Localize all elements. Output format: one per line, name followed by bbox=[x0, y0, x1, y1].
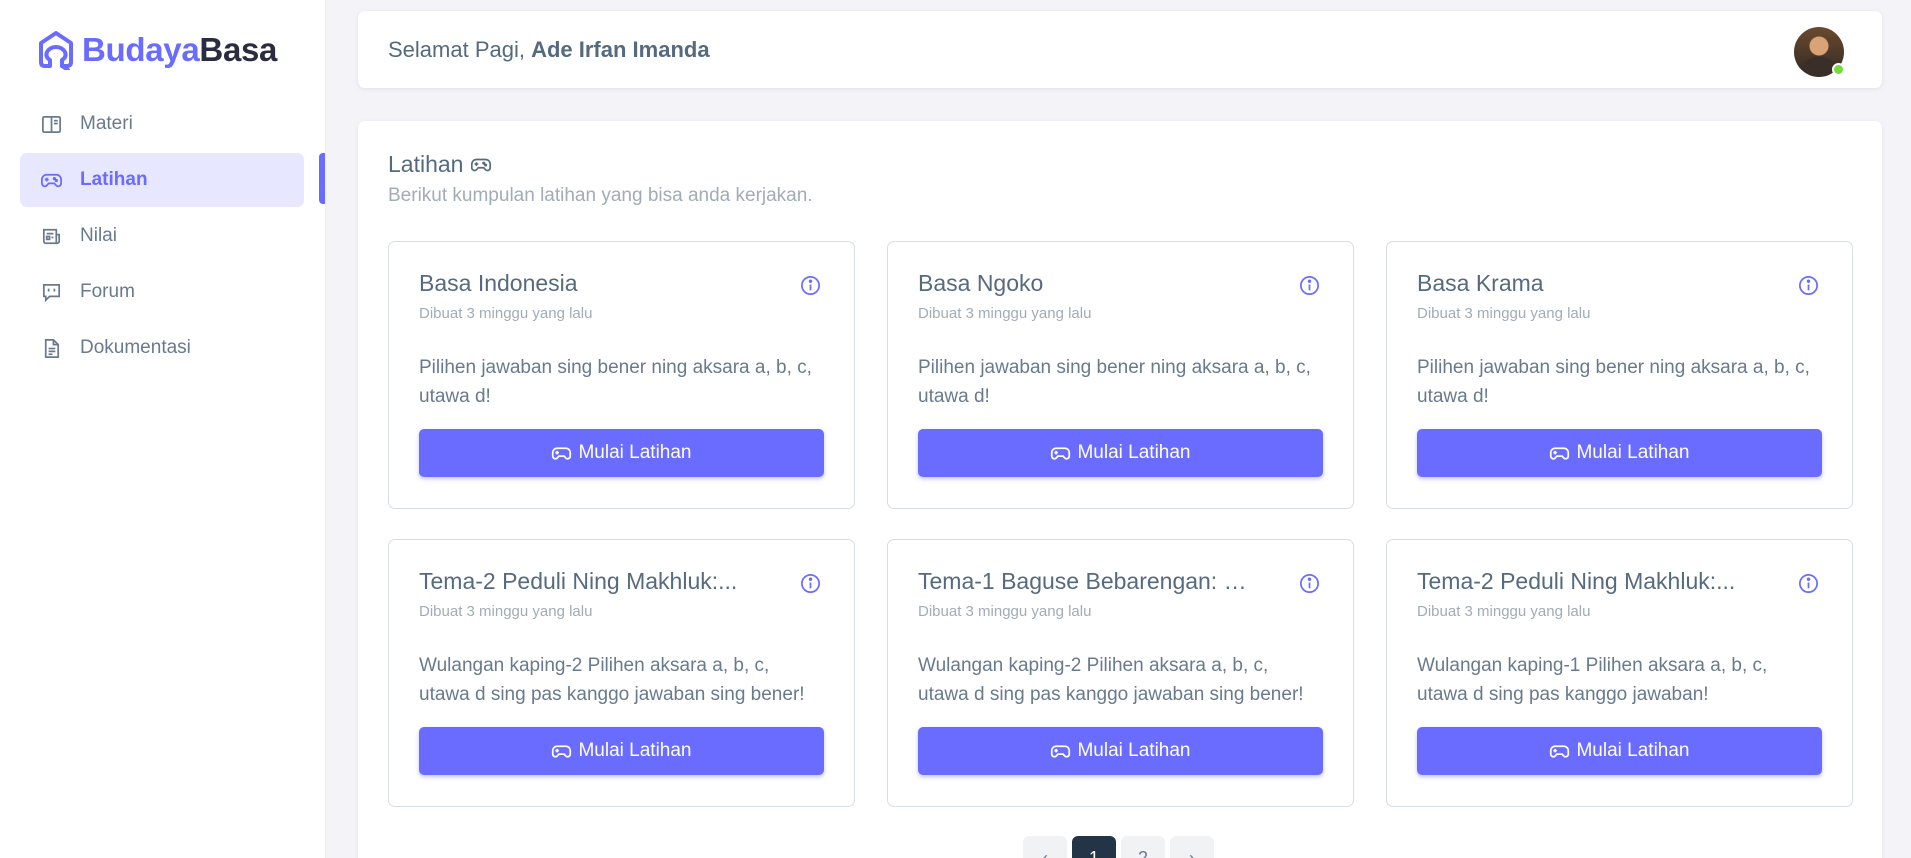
start-exercise-button[interactable]: Mulai Latihan bbox=[918, 429, 1323, 477]
exercise-card: Tema-1 Baguse Bebarengan: Wu... Dibuat 3… bbox=[887, 539, 1354, 807]
file-icon bbox=[44, 338, 60, 358]
button-label: Mulai Latihan bbox=[1576, 740, 1690, 761]
card-description: Wulangan kaping-1 Pilihen aksara a, b, c… bbox=[1417, 655, 1768, 705]
info-icon[interactable] bbox=[1298, 572, 1321, 595]
sidebar-menu: Materi Latihan Nilai Forum Dokumentasi bbox=[20, 97, 304, 377]
brand-logo-link[interactable]: BudayaBasa bbox=[38, 30, 277, 70]
house-logo-icon bbox=[39, 31, 73, 70]
gamepad-icon bbox=[552, 744, 572, 758]
sidebar-item-label: Latihan bbox=[80, 169, 148, 190]
gamepad-icon bbox=[41, 173, 62, 187]
sidebar-item-dokumentasi[interactable]: Dokumentasi bbox=[20, 321, 304, 375]
page-title: Latihan bbox=[388, 151, 492, 178]
user-name: Ade Irfan Imanda bbox=[531, 37, 710, 62]
brand-name-part2: Basa bbox=[199, 31, 278, 68]
sidebar-item-nilai[interactable]: Nilai bbox=[20, 209, 304, 263]
gamepad-icon bbox=[1550, 446, 1570, 460]
brand-name-part1: Budaya bbox=[82, 31, 200, 68]
card-title: Basa Krama bbox=[1417, 270, 1544, 296]
sidebar-item-latihan[interactable]: Latihan bbox=[20, 153, 304, 207]
button-label: Mulai Latihan bbox=[578, 740, 692, 761]
gamepad-icon bbox=[471, 158, 492, 171]
card-description: Pilihen jawaban sing bener ning aksara a… bbox=[918, 357, 1311, 407]
card-date: Dibuat 3 minggu yang lalu bbox=[419, 603, 593, 620]
start-exercise-button[interactable]: Mulai Latihan bbox=[918, 727, 1323, 775]
online-status-dot bbox=[1832, 63, 1845, 76]
card-description: Wulangan kaping-2 Pilihen aksara a, b, c… bbox=[918, 655, 1304, 705]
exercise-card: Tema-2 Peduli Ning Makhluk:... Dibuat 3 … bbox=[388, 539, 855, 807]
card-title: Basa Indonesia bbox=[419, 270, 578, 296]
start-exercise-button[interactable]: Mulai Latihan bbox=[419, 429, 824, 477]
sidebar: BudayaBasa Materi Latihan Nilai Forum Do… bbox=[0, 0, 325, 858]
sidebar-item-forum[interactable]: Forum bbox=[20, 265, 304, 319]
avatar[interactable] bbox=[1794, 27, 1845, 77]
exercise-grid: Basa Indonesia Dibuat 3 minggu yang lalu… bbox=[388, 241, 1853, 807]
news-icon bbox=[42, 228, 61, 244]
card-description: Pilihen jawaban sing bener ning aksara a… bbox=[419, 357, 812, 407]
start-exercise-button[interactable]: Mulai Latihan bbox=[1417, 429, 1822, 477]
gamepad-icon bbox=[1550, 744, 1570, 758]
exercise-card: Basa Ngoko Dibuat 3 minggu yang lalu Pil… bbox=[887, 241, 1354, 509]
gamepad-icon bbox=[1051, 744, 1071, 758]
info-icon[interactable] bbox=[1797, 274, 1820, 297]
button-label: Mulai Latihan bbox=[1077, 442, 1191, 463]
info-icon[interactable] bbox=[799, 572, 822, 595]
button-label: Mulai Latihan bbox=[1077, 740, 1191, 761]
exercise-card: Basa Indonesia Dibuat 3 minggu yang lalu… bbox=[388, 241, 855, 509]
card-title: Basa Ngoko bbox=[918, 270, 1044, 296]
start-exercise-button[interactable]: Mulai Latihan bbox=[1417, 727, 1822, 775]
latihan-card: Latihan Berikut kumpulan latihan yang bi… bbox=[358, 121, 1882, 858]
info-icon[interactable] bbox=[1298, 274, 1321, 297]
active-indicator bbox=[319, 153, 325, 204]
greeting-prefix: Selamat Pagi, bbox=[388, 37, 532, 62]
card-date: Dibuat 3 minggu yang lalu bbox=[1417, 603, 1591, 620]
page-button-1[interactable]: 1 bbox=[1072, 836, 1116, 858]
sidebar-item-label: Forum bbox=[80, 281, 135, 302]
card-date: Dibuat 3 minggu yang lalu bbox=[918, 305, 1092, 322]
info-icon[interactable] bbox=[1797, 572, 1820, 595]
prev-page-button[interactable]: ‹ bbox=[1023, 836, 1067, 858]
next-page-button[interactable]: › bbox=[1170, 836, 1214, 858]
book-open-icon bbox=[42, 115, 61, 133]
card-title: Tema-2 Peduli Ning Makhluk:... bbox=[1417, 568, 1736, 594]
card-date: Dibuat 3 minggu yang lalu bbox=[918, 603, 1092, 620]
button-label: Mulai Latihan bbox=[1576, 442, 1690, 463]
card-title: Tema-2 Peduli Ning Makhluk:... bbox=[419, 568, 738, 594]
card-title: Tema-1 Baguse Bebarengan: Wu... bbox=[918, 568, 1263, 594]
card-date: Dibuat 3 minggu yang lalu bbox=[1417, 305, 1591, 322]
chat-icon bbox=[42, 283, 61, 302]
card-description: Pilihen jawaban sing bener ning aksara a… bbox=[1417, 357, 1810, 407]
exercise-card: Basa Krama Dibuat 3 minggu yang lalu Pil… bbox=[1386, 241, 1853, 509]
button-label: Mulai Latihan bbox=[578, 442, 692, 463]
exercise-card: Tema-2 Peduli Ning Makhluk:... Dibuat 3 … bbox=[1386, 539, 1853, 807]
page-button-2[interactable]: 2 bbox=[1121, 836, 1165, 858]
page-title-text: Latihan bbox=[388, 151, 464, 177]
sidebar-item-label: Dokumentasi bbox=[80, 337, 191, 358]
top-navbar: Selamat Pagi, Ade Irfan Imanda bbox=[358, 11, 1882, 88]
sidebar-item-label: Nilai bbox=[80, 225, 117, 246]
gamepad-icon bbox=[552, 446, 572, 460]
start-exercise-button[interactable]: Mulai Latihan bbox=[419, 727, 824, 775]
card-date: Dibuat 3 minggu yang lalu bbox=[419, 305, 593, 322]
info-icon[interactable] bbox=[799, 274, 822, 297]
page-subtitle: Berikut kumpulan latihan yang bisa anda … bbox=[388, 185, 813, 206]
gamepad-icon bbox=[1051, 446, 1071, 460]
sidebar-item-materi[interactable]: Materi bbox=[20, 97, 304, 151]
card-description: Wulangan kaping-2 Pilihen aksara a, b, c… bbox=[419, 655, 805, 705]
greeting-text: Selamat Pagi, Ade Irfan Imanda bbox=[388, 37, 710, 63]
sidebar-item-label: Materi bbox=[80, 113, 133, 134]
pagination: ‹ 1 2 › bbox=[1023, 836, 1214, 858]
